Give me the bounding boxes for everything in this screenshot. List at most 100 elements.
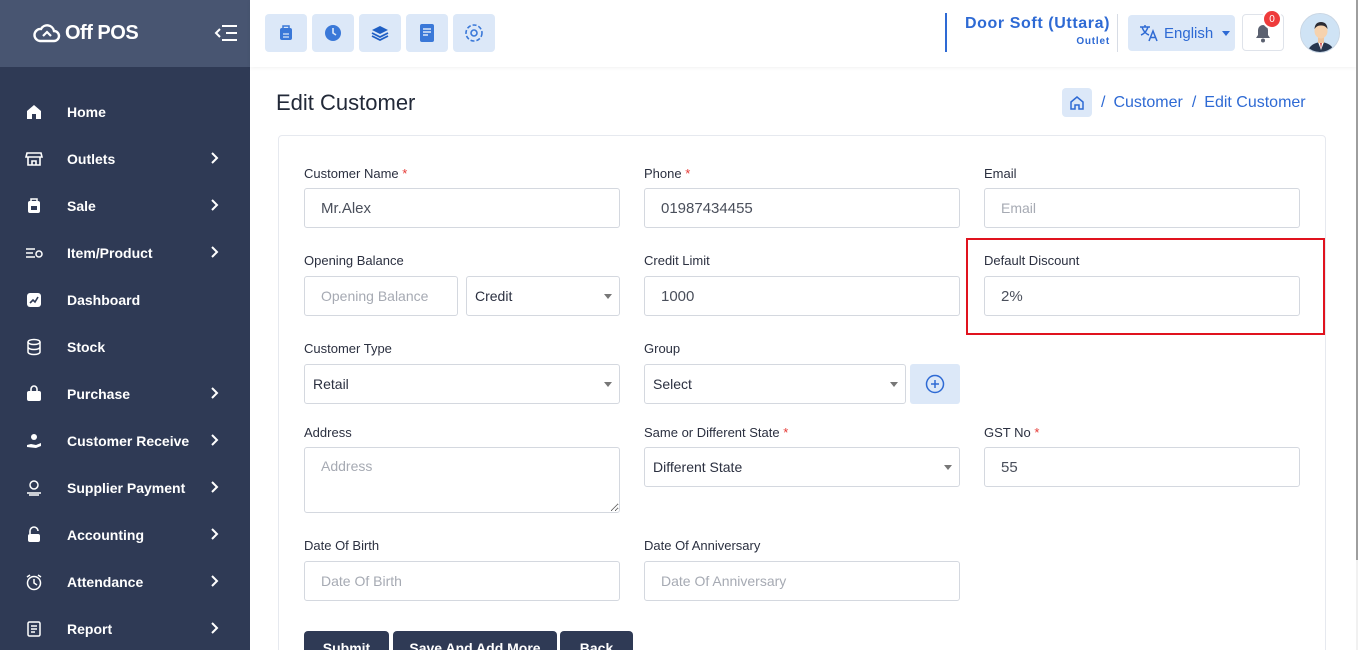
sidebar-item-stock[interactable]: Stock xyxy=(0,323,250,370)
balance-type-select[interactable]: Credit xyxy=(466,276,620,316)
address-textarea[interactable] xyxy=(304,447,620,513)
chevron-right-icon xyxy=(211,528,219,540)
email-label: Email xyxy=(984,166,1017,181)
gst-no-input[interactable] xyxy=(984,447,1300,487)
breadcrumb-separator: / xyxy=(1191,93,1197,111)
customer-name-label: Customer Name * xyxy=(304,166,408,181)
chevron-right-icon xyxy=(211,246,219,258)
anniversary-input[interactable] xyxy=(644,561,960,601)
chevron-right-icon xyxy=(211,387,219,399)
layers-icon xyxy=(371,26,389,42)
sidebar-item-dashboard[interactable]: Dashboard xyxy=(0,276,250,323)
dob-label: Date Of Birth xyxy=(304,538,380,553)
sidebar-item-sale[interactable]: Sale xyxy=(0,182,250,229)
outlet-name: Door Soft (Uttara) xyxy=(964,15,1110,32)
list-icon xyxy=(24,243,44,263)
chevron-right-icon xyxy=(211,622,219,634)
avatar[interactable] xyxy=(1300,13,1340,53)
bag-icon xyxy=(24,384,44,404)
brand-bar: Off POS xyxy=(0,0,250,67)
caret-down-icon xyxy=(604,294,612,299)
caret-down-icon xyxy=(944,465,952,470)
sidebar-item-item-product[interactable]: Item/Product xyxy=(0,229,250,276)
dob-input[interactable] xyxy=(304,561,620,601)
cart-icon xyxy=(24,196,44,216)
cloud-logo-icon xyxy=(33,23,61,42)
clock-icon xyxy=(325,25,341,41)
sidebar-item-label: Report xyxy=(67,620,113,637)
save-and-add-more-button[interactable]: Save And Add More xyxy=(393,631,557,650)
caret-down-icon xyxy=(890,382,898,387)
breadcrumb-customer-link[interactable]: Customer xyxy=(1113,94,1182,112)
money-icon xyxy=(24,478,44,498)
sidebar-item-label: Stock xyxy=(67,338,106,355)
sidebar-item-label: Sale xyxy=(67,197,96,214)
breadcrumb-home[interactable] xyxy=(1062,88,1092,117)
chevron-right-icon xyxy=(211,575,219,587)
language-label: English xyxy=(1164,24,1214,42)
opening-balance-input[interactable] xyxy=(304,276,458,316)
customer-type-select[interactable]: Retail xyxy=(304,364,620,404)
sidebar: Off POS Home Outlets Sale Item/Product D… xyxy=(0,0,250,650)
pos-icon xyxy=(280,25,292,40)
sidebar-item-customer-receive[interactable]: Customer Receive xyxy=(0,417,250,464)
notification-count-badge: 0 xyxy=(1262,9,1282,29)
collapse-sidebar-icon[interactable] xyxy=(214,22,238,44)
report-icon xyxy=(24,619,44,639)
phone-input[interactable] xyxy=(644,188,960,228)
pos-button[interactable] xyxy=(265,14,307,52)
submit-button[interactable]: Submit xyxy=(304,631,389,650)
clock-icon xyxy=(24,572,44,592)
sidebar-item-purchase[interactable]: Purchase xyxy=(0,370,250,417)
sidebar-item-report[interactable]: Report xyxy=(0,605,250,650)
sidebar-item-attendance[interactable]: Attendance xyxy=(0,558,250,605)
sidebar-item-label: Home xyxy=(67,103,106,120)
group-label: Group xyxy=(644,341,681,356)
notifications-button[interactable]: 0 xyxy=(1242,9,1284,51)
sidebar-item-home[interactable]: Home xyxy=(0,88,250,135)
back-button[interactable]: Back xyxy=(560,631,633,650)
invoice-icon xyxy=(420,24,434,42)
chevron-right-icon xyxy=(211,481,219,493)
dashboard-icon xyxy=(465,24,483,42)
home-icon xyxy=(24,102,44,122)
sidebar-item-label: Customer Receive xyxy=(67,432,190,449)
credit-limit-input[interactable] xyxy=(644,276,960,316)
group-select[interactable]: Select xyxy=(644,364,906,404)
brand-logo[interactable]: Off POS xyxy=(32,22,139,46)
page-title: Edit Customer xyxy=(276,90,416,115)
sidebar-item-accounting[interactable]: Accounting xyxy=(0,511,250,558)
state-select[interactable]: Different State xyxy=(644,447,960,487)
caret-down-icon xyxy=(604,382,612,387)
sidebar-item-supplier-payment[interactable]: Supplier Payment xyxy=(0,464,250,511)
sidebar-item-label: Outlets xyxy=(67,150,116,167)
customer-name-input[interactable] xyxy=(304,188,620,228)
chevron-down-icon xyxy=(1222,30,1231,36)
sidebar-nav: Home Outlets Sale Item/Product Dashboard… xyxy=(0,67,250,650)
brand-name: Off POS xyxy=(65,22,139,44)
sidebar-item-label: Accounting xyxy=(67,526,144,543)
outlet-label: Outlet xyxy=(1076,36,1110,47)
customer-type-value: Retail xyxy=(313,376,349,392)
language-dropdown[interactable]: English xyxy=(1128,15,1235,51)
topbar-divider xyxy=(1117,14,1118,52)
home-icon xyxy=(1070,95,1084,110)
sidebar-item-label: Item/Product xyxy=(67,244,153,261)
sidebar-item-label: Attendance xyxy=(67,573,144,590)
invoice-quick-button[interactable] xyxy=(406,14,448,52)
sidebar-item-outlets[interactable]: Outlets xyxy=(0,135,250,182)
opening-balance-label: Opening Balance xyxy=(304,253,404,268)
attendance-quick-button[interactable] xyxy=(312,14,354,52)
current-outlet[interactable]: Door Soft (Uttara) Outlet xyxy=(945,13,1110,52)
email-input[interactable] xyxy=(984,188,1300,228)
hand-money-icon xyxy=(24,431,44,451)
sidebar-item-label: Purchase xyxy=(67,385,131,402)
breadcrumb: / Customer / Edit Customer xyxy=(1062,88,1306,117)
lock-icon xyxy=(24,525,44,545)
stock-quick-button[interactable] xyxy=(359,14,401,52)
dashboard-quick-button[interactable] xyxy=(453,14,495,52)
store-icon xyxy=(24,149,44,169)
anniversary-label: Date Of Anniversary xyxy=(644,538,761,553)
gst-no-label: GST No * xyxy=(984,425,1040,440)
add-group-button[interactable] xyxy=(910,364,960,404)
